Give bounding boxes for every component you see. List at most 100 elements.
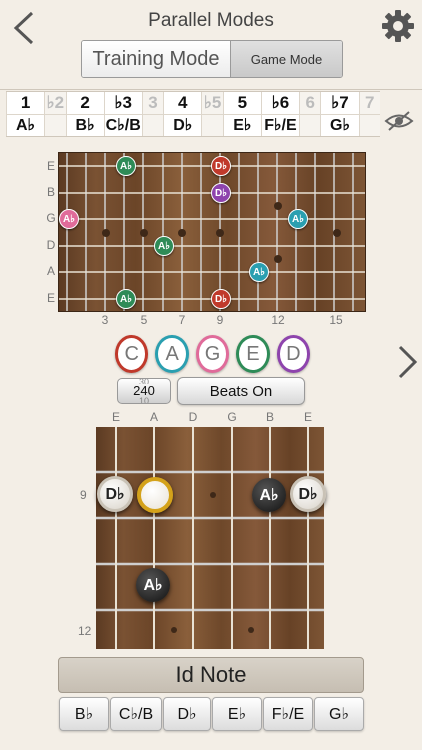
- fret-number: 5: [140, 313, 148, 327]
- mode-segmented-control: Training Mode Game Mode: [81, 40, 343, 78]
- interval-column[interactable]: 7: [358, 92, 380, 136]
- interval-column[interactable]: 4 D♭: [163, 92, 202, 136]
- answer-button[interactable]: B♭: [59, 697, 109, 731]
- interval-note: [142, 113, 164, 136]
- fret-number: 9: [216, 313, 224, 327]
- interval-degree: ♭2: [45, 92, 66, 114]
- interval-degree: 4: [164, 92, 202, 114]
- interval-note: F♭/E: [261, 113, 300, 136]
- interval-column[interactable]: 3: [141, 92, 164, 136]
- interval-column[interactable]: ♭5: [201, 92, 223, 136]
- fret-number: 12: [271, 313, 285, 327]
- eye-hidden-icon[interactable]: [384, 110, 414, 132]
- fret-start-number: 9: [80, 488, 87, 502]
- beats-button[interactable]: Beats On: [177, 377, 305, 405]
- fret-note-db: D♭: [211, 289, 231, 309]
- fret-note-ab: A♭: [116, 289, 136, 309]
- interval-table: 1 A♭ ♭2 2 B♭ ♭3 C♭/B 3 4 D♭ ♭5 5 E♭ ♭6 F♭/E 6 ♭7 G♭ 7: [6, 91, 380, 137]
- closeup-note-target[interactable]: [137, 477, 173, 513]
- fret-note-db: D♭: [211, 183, 231, 203]
- interval-degree: 5: [223, 92, 261, 114]
- fret-note-ab: A♭: [59, 209, 79, 229]
- game-mode-tab[interactable]: Game Mode: [231, 41, 342, 77]
- string-label: A: [46, 264, 55, 278]
- interval-note: B♭: [66, 113, 104, 136]
- interval-degree: 7: [359, 92, 380, 114]
- fret-end-number: 12: [78, 624, 92, 638]
- caged-e-button[interactable]: E: [236, 335, 270, 373]
- fret-note-ab: A♭: [116, 156, 136, 176]
- interval-note: A♭: [7, 113, 45, 136]
- interval-degree: ♭3: [104, 92, 142, 114]
- tempo-next: 10: [138, 397, 149, 403]
- string-label: E: [303, 410, 312, 424]
- tempo-value: 240: [133, 383, 155, 398]
- interval-column[interactable]: ♭2: [44, 92, 66, 136]
- interval-note: [202, 113, 223, 136]
- caged-g-button[interactable]: G: [195, 335, 230, 373]
- answer-button[interactable]: D♭: [163, 697, 211, 731]
- interval-degree: ♭5: [202, 92, 223, 114]
- caged-a-button[interactable]: A: [155, 335, 189, 373]
- answer-button[interactable]: E♭: [212, 697, 262, 731]
- tempo-picker[interactable]: 30 240 10: [117, 378, 171, 404]
- fretboard-overview[interactable]: A♭ D♭ D♭ A♭ A♭ A♭ A♭ A♭ D♭: [58, 152, 366, 312]
- interval-degree: 6: [300, 92, 321, 114]
- string-label: E: [46, 291, 55, 305]
- training-mode-tab[interactable]: Training Mode: [82, 41, 231, 77]
- next-chevron-icon[interactable]: [396, 344, 420, 380]
- caged-c-button[interactable]: C: [115, 335, 149, 373]
- interval-degree: 2: [66, 92, 104, 114]
- fret-number: 15: [329, 313, 343, 327]
- closeup-note-ab[interactable]: A♭: [252, 478, 286, 512]
- interval-degree: ♭6: [261, 92, 300, 114]
- fret-number-row: 3 5 7 9 12 15: [0, 313, 422, 327]
- closeup-note-db[interactable]: D♭: [290, 476, 326, 512]
- id-note-button[interactable]: Id Note: [58, 657, 364, 693]
- string-label: G: [227, 410, 237, 424]
- interval-degree: 3: [142, 92, 164, 114]
- interval-note: D♭: [164, 113, 202, 136]
- closeup-note-ab[interactable]: A♭: [136, 568, 170, 602]
- string-label: E: [46, 159, 55, 173]
- closeup-string-labels: E A D G B E: [96, 410, 324, 424]
- page-title: Parallel Modes: [148, 10, 274, 31]
- fret-number: 7: [178, 313, 186, 327]
- closeup-grid: [96, 427, 324, 649]
- answer-button[interactable]: F♭/E: [263, 697, 313, 731]
- fret-note-db: D♭: [211, 156, 231, 176]
- fret-note-ab: A♭: [288, 209, 308, 229]
- string-label: D: [188, 410, 198, 424]
- interval-note: C♭/B: [104, 113, 142, 136]
- fretboard-closeup[interactable]: D♭ A♭ D♭ A♭: [96, 427, 326, 649]
- fret-note-ab: A♭: [154, 236, 174, 256]
- answer-button[interactable]: C♭/B: [110, 697, 162, 731]
- interval-column[interactable]: 1 A♭: [6, 92, 45, 136]
- interval-note: [359, 113, 380, 136]
- interval-column[interactable]: 2 B♭: [65, 92, 104, 136]
- string-label: B: [265, 410, 274, 424]
- interval-note: [300, 113, 321, 136]
- gear-icon[interactable]: [380, 8, 416, 44]
- interval-note: E♭: [223, 113, 261, 136]
- caged-selector: C A G E D: [115, 335, 311, 373]
- divider: [0, 89, 422, 90]
- string-label: G: [46, 211, 56, 225]
- interval-column[interactable]: ♭7 G♭: [320, 92, 359, 136]
- fretboard-grid: [59, 153, 365, 311]
- string-label: A: [149, 410, 158, 424]
- string-label: B: [46, 185, 55, 199]
- string-label: E: [111, 410, 120, 424]
- closeup-note-db[interactable]: D♭: [97, 476, 133, 512]
- interval-column[interactable]: 5 E♭: [222, 92, 261, 136]
- caged-d-button[interactable]: D: [276, 335, 311, 373]
- interval-column[interactable]: ♭3 C♭/B: [103, 92, 142, 136]
- answer-button[interactable]: G♭: [314, 697, 364, 731]
- interval-degree: ♭7: [321, 92, 359, 114]
- string-label: D: [46, 238, 56, 252]
- interval-degree: 1: [7, 92, 45, 114]
- interval-note: G♭: [321, 113, 359, 136]
- fret-note-ab: A♭: [249, 262, 269, 282]
- interval-column[interactable]: ♭6 F♭/E: [260, 92, 300, 136]
- interval-column[interactable]: 6: [299, 92, 321, 136]
